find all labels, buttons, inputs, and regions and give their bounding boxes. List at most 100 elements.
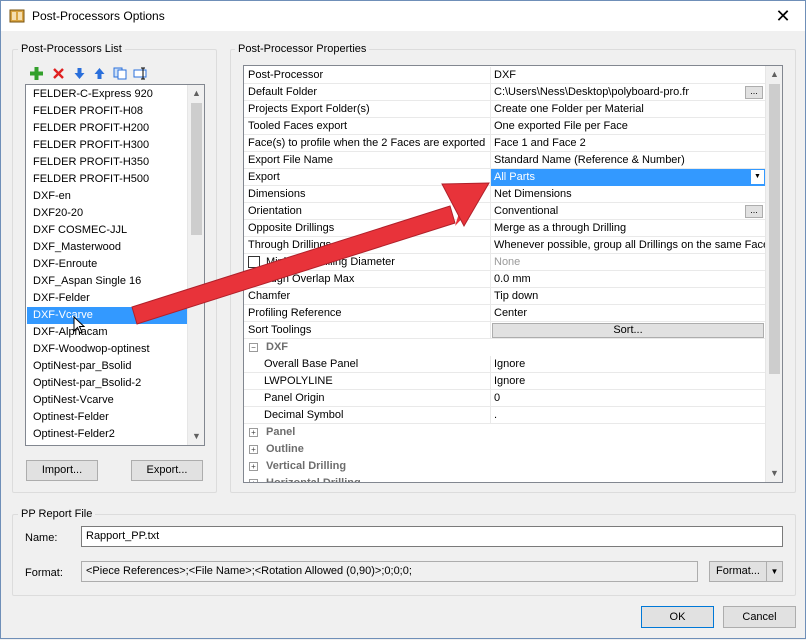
copy-icon[interactable] — [113, 67, 128, 80]
scroll-up-icon[interactable]: ▲ — [188, 85, 204, 102]
import-button[interactable]: Import... — [26, 460, 98, 481]
property-value[interactable]: Ignore — [490, 356, 765, 373]
property-row[interactable]: Panel Origin 0 — [244, 390, 765, 407]
delete-icon[interactable] — [52, 67, 65, 80]
ok-button[interactable]: OK — [641, 606, 714, 628]
property-row[interactable]: Chamfer Tip down — [244, 288, 765, 305]
expand-icon[interactable]: + — [249, 445, 258, 454]
list-item[interactable]: FELDER-C-Express 920 — [27, 86, 187, 103]
expand-icon[interactable]: + — [249, 428, 258, 437]
format-dropdown-arrow-icon[interactable]: ▼ — [766, 561, 783, 582]
property-value[interactable]: None — [490, 254, 765, 271]
property-category[interactable]: + Panel — [244, 424, 765, 441]
report-format-field[interactable]: <Piece References>;<File Name>;<Rotation… — [81, 561, 698, 582]
list-item[interactable]: FELDER PROFIT-H350 — [27, 154, 187, 171]
expand-icon[interactable]: + — [249, 462, 258, 471]
list-item[interactable]: FELDER PROFIT-H200 — [27, 120, 187, 137]
property-value[interactable]: 0 — [490, 390, 765, 407]
property-category[interactable]: + Horizontal Drilling — [244, 475, 765, 482]
property-category[interactable]: − DXF — [244, 339, 765, 356]
property-row[interactable]: Through Drillings Whenever possible, grou… — [244, 237, 765, 254]
property-value[interactable]: Merge as a through Drilling — [490, 220, 765, 237]
property-row[interactable]: Default Folder C:\Users\Ness\Desktop\poly… — [244, 84, 765, 101]
property-value[interactable]: 0.0 mm — [490, 271, 765, 288]
list-scroll-thumb[interactable] — [191, 103, 202, 235]
format-button[interactable]: Format... — [709, 561, 767, 582]
grid-scroll-up-icon[interactable]: ▲ — [766, 66, 782, 83]
property-value[interactable]: One exported File per Face — [490, 118, 765, 135]
list-item[interactable]: Optinest-Felder — [27, 409, 187, 426]
list-item[interactable]: OptiNest-par_Bsolid — [27, 358, 187, 375]
property-row[interactable]: Dimensions Net Dimensions — [244, 186, 765, 203]
property-row[interactable]: Opposite Drillings Merge as a through Dri… — [244, 220, 765, 237]
property-value[interactable]: C:\Users\Ness\Desktop\polyboard-pro.fr..… — [490, 84, 765, 101]
list-item[interactable]: FELDER PROFIT-H300 — [27, 137, 187, 154]
move-up-icon[interactable] — [93, 67, 106, 80]
property-row[interactable]: Through Overlap Max 0.0 mm — [244, 271, 765, 288]
property-value[interactable]: DXF — [490, 67, 765, 84]
property-row[interactable]: LWPOLYLINE Ignore — [244, 373, 765, 390]
close-icon[interactable]: ✕ — [761, 1, 805, 31]
property-value[interactable]: Face 1 and Face 2 — [490, 135, 765, 152]
property-value[interactable]: All Parts ▼ — [490, 169, 765, 186]
property-row[interactable]: Tooled Faces export One exported File per… — [244, 118, 765, 135]
sort-button[interactable]: Sort... — [492, 323, 764, 338]
rename-icon[interactable] — [133, 67, 149, 80]
list-item[interactable]: OptiNest-Vcarve — [27, 392, 187, 409]
property-value[interactable]: Tip down — [490, 288, 765, 305]
property-row[interactable]: Profiling Reference Center — [244, 305, 765, 322]
property-row[interactable]: Face(s) to profile when the 2 Faces are … — [244, 135, 765, 152]
list-item[interactable]: DXF-Enroute — [27, 256, 187, 273]
scroll-down-icon[interactable]: ▼ — [188, 428, 204, 445]
list-item[interactable]: DXF-Alphacam — [27, 324, 187, 341]
add-icon[interactable] — [30, 67, 43, 80]
property-grid[interactable]: Post-Processor DXF Default Folder C:\Users\… — [243, 65, 783, 483]
collapse-icon[interactable]: − — [249, 343, 258, 352]
list-item[interactable]: DXF-Woodwop-optinest — [27, 341, 187, 358]
property-value[interactable]: Whenever possible, group all Drillings o… — [490, 237, 765, 254]
browse-button[interactable]: ... — [745, 86, 763, 99]
property-value[interactable]: Conventional... — [490, 203, 765, 220]
list-item[interactable]: DXF_Aspan Single 16 — [27, 273, 187, 290]
list-item[interactable]: FELDER PROFIT-H500 — [27, 171, 187, 188]
list-item[interactable]: DXF_Masterwood — [27, 239, 187, 256]
property-row[interactable]: Minimum Drilling Diameter None — [244, 254, 765, 271]
cancel-button[interactable]: Cancel — [723, 606, 796, 628]
property-category[interactable]: + Vertical Drilling — [244, 458, 765, 475]
property-row[interactable]: Post-Processor DXF — [244, 67, 765, 84]
property-row[interactable]: Export All Parts ▼ — [244, 169, 765, 186]
list-item[interactable]: DXF20-20 — [27, 205, 187, 222]
list-item[interactable]: DXF-Felder — [27, 290, 187, 307]
property-row[interactable]: Decimal Symbol. — [244, 407, 765, 424]
browse-button[interactable]: ... — [745, 205, 763, 218]
chevron-down-icon[interactable]: ▼ — [751, 170, 764, 184]
report-name-field[interactable]: Rapport_PP.txt — [81, 526, 783, 547]
property-value[interactable]: Net Dimensions — [490, 186, 765, 203]
property-row[interactable]: Sort Toolings Sort... — [244, 322, 765, 339]
property-checkbox[interactable] — [248, 256, 260, 268]
grid-scroll-down-icon[interactable]: ▼ — [766, 465, 782, 482]
property-category[interactable]: + Outline — [244, 441, 765, 458]
export-button[interactable]: Export... — [131, 460, 203, 481]
list-item[interactable]: DXF-Vcarve — [27, 307, 187, 324]
list-item[interactable]: FELDER PROFIT-H08 — [27, 103, 187, 120]
list-item[interactable]: DXF COSMEC-JJL — [27, 222, 187, 239]
property-value[interactable]: Create one Folder per Material — [490, 101, 765, 118]
property-row[interactable]: Orientation Conventional... — [244, 203, 765, 220]
property-row[interactable]: Projects Export Folder(s) Create one Fold… — [244, 101, 765, 118]
property-value[interactable]: Ignore — [490, 373, 765, 390]
list-item[interactable]: OptiNest-par_Bsolid-2 — [27, 375, 187, 392]
move-down-icon[interactable] — [73, 67, 86, 80]
property-grid-scrollbar[interactable]: ▲ ▼ — [765, 66, 782, 482]
list-item[interactable]: DXF-en — [27, 188, 187, 205]
list-item[interactable]: Optinest-Felder2 — [27, 426, 187, 443]
grid-scroll-thumb[interactable] — [769, 84, 780, 374]
property-value[interactable]: Center — [490, 305, 765, 322]
expand-icon[interactable]: + — [249, 479, 258, 482]
list-scrollbar[interactable]: ▲ ▼ — [187, 85, 204, 445]
post-processors-listbox[interactable]: FELDER-C-Express 920 FELDER PROFIT-H08 FEL… — [25, 84, 205, 446]
property-value[interactable]: Sort... — [490, 322, 765, 339]
property-value[interactable]: . — [490, 407, 765, 424]
property-row[interactable]: Export File Name Standard Name (Reference… — [244, 152, 765, 169]
property-row[interactable]: Overall Base Panel Ignore — [244, 356, 765, 373]
